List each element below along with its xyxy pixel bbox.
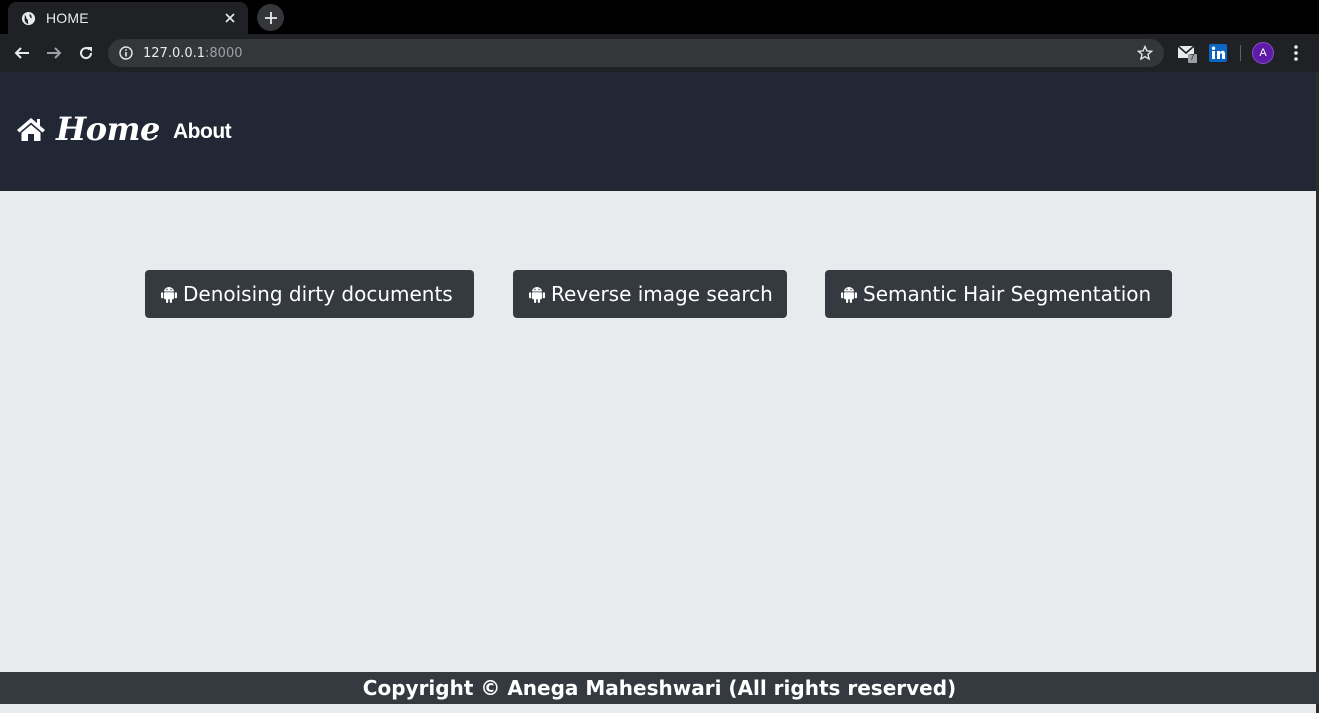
footer-copyright: Copyright © Anega Maheshwari (All rights… <box>362 676 957 700</box>
arrow-right-icon <box>47 47 62 59</box>
mail-extension-icon[interactable]: 7 <box>1177 43 1197 63</box>
home-icon <box>17 118 45 141</box>
semantic-hair-segmentation-button-label: Semantic Hair Segmentation <box>863 282 1152 306</box>
mail-badge: 7 <box>1190 53 1195 62</box>
reverse-image-search-button[interactable]: Reverse image search <box>513 270 787 318</box>
info-icon[interactable] <box>119 46 133 60</box>
url-port: :8000 <box>205 45 243 61</box>
bookmark-star-icon[interactable] <box>1136 44 1154 62</box>
globe-icon <box>20 10 36 26</box>
brand-text: Home <box>56 110 160 148</box>
url-host: 127.0.0.1 <box>143 45 206 61</box>
android-icon <box>529 287 545 303</box>
denoising-button[interactable]: Denoising dirty documents <box>145 270 474 318</box>
browser-tab[interactable]: HOME <box>8 2 248 34</box>
forward-button[interactable] <box>42 41 66 65</box>
arrow-left-icon <box>14 47 29 59</box>
browser-toolbar: 127.0.0.1:8000 7 A <box>0 34 1319 72</box>
brand-home-link[interactable]: Home <box>16 110 160 148</box>
address-bar[interactable]: 127.0.0.1:8000 <box>108 39 1164 67</box>
site-footer: Copyright © Anega Maheshwari (All rights… <box>0 672 1319 704</box>
nav-link-about[interactable]: About <box>173 120 232 144</box>
kebab-menu-icon[interactable] <box>1286 42 1306 64</box>
toolbar-separator <box>1240 45 1241 61</box>
new-tab-button[interactable] <box>257 4 284 31</box>
denoising-button-label: Denoising dirty documents <box>183 282 453 306</box>
reverse-image-search-button-label: Reverse image search <box>551 282 773 306</box>
profile-avatar[interactable]: A <box>1252 42 1274 64</box>
reload-icon <box>80 47 93 60</box>
url-text[interactable]: 127.0.0.1:8000 <box>143 46 1136 61</box>
back-button[interactable] <box>10 41 34 65</box>
linkedin-icon[interactable] <box>1208 43 1228 63</box>
semantic-hair-segmentation-button[interactable]: Semantic Hair Segmentation <box>825 270 1172 318</box>
site-navbar: Home About <box>0 72 1316 191</box>
tab-strip: HOME <box>0 0 1319 34</box>
reload-button[interactable] <box>74 41 98 65</box>
page-viewport: Home About Denoising dirty documents Rev… <box>0 72 1319 713</box>
close-tab-icon[interactable] <box>222 10 238 26</box>
tab-title: HOME <box>46 10 89 26</box>
android-icon <box>161 287 177 303</box>
android-icon <box>841 287 857 303</box>
